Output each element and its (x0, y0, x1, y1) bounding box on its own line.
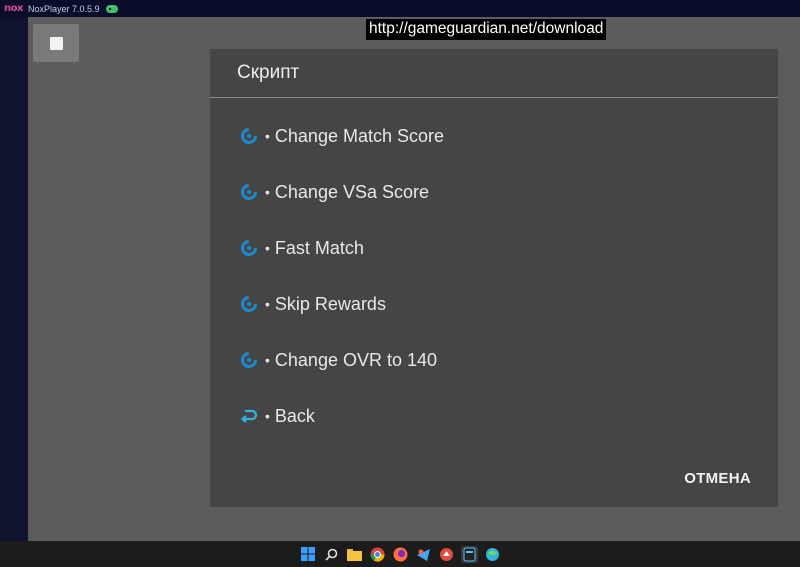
left-strip (0, 17, 28, 541)
menu-item-change-vsa-score[interactable]: • Change VSa Score (210, 164, 778, 220)
gameguardian-icon (240, 351, 258, 369)
menu-item-label: Skip Rewards (274, 293, 386, 314)
app-icon[interactable] (438, 546, 455, 563)
menu-item-label: Fast Match (274, 237, 364, 258)
windows-start-icon[interactable] (300, 546, 317, 563)
bullet: • (265, 408, 270, 424)
back-arrow-icon (240, 407, 258, 425)
dialog-title: Скрипт (237, 62, 300, 83)
app-icon[interactable] (415, 546, 432, 563)
emulator-screen: http://gameguardian.net/download Скрипт … (28, 17, 800, 541)
menu-item-label: Change VSa Score (274, 181, 430, 202)
gameguardian-icon (240, 183, 258, 201)
taskbar (0, 541, 800, 567)
gameguardian-icon (240, 295, 258, 313)
browser-icon[interactable] (484, 546, 501, 563)
nox-title-bar: nox NoxPlayer 7.0.5.9 (0, 0, 800, 17)
menu-item-label: Change Match Score (274, 125, 444, 146)
stop-script-button[interactable] (33, 24, 79, 62)
nox-icon[interactable] (460, 545, 478, 563)
bullet: • (265, 240, 270, 256)
nox-logo: nox (4, 3, 23, 14)
menu-item-fast-match[interactable]: • Fast Match (210, 220, 778, 276)
firefox-icon[interactable] (392, 546, 409, 563)
cancel-button[interactable]: ОТМЕНА (684, 470, 751, 487)
menu-item-change-ovr[interactable]: • Change OVR to 140 (210, 332, 778, 388)
gameguardian-icon (240, 127, 258, 145)
bullet: • (265, 296, 270, 312)
url-banner: http://gameguardian.net/download (366, 19, 607, 40)
script-menu: • Change Match Score • Change VSa Score … (210, 108, 778, 444)
bullet: • (265, 184, 270, 200)
menu-item-skip-rewards[interactable]: • Skip Rewards (210, 276, 778, 332)
window-title: NoxPlayer 7.0.5.9 (27, 3, 100, 14)
dialog-header: Скрипт (210, 49, 778, 98)
menu-item-label: Back (274, 405, 315, 426)
menu-item-change-match-score[interactable]: • Change Match Score (210, 108, 778, 164)
menu-item-label: Change OVR to 140 (274, 349, 438, 370)
menu-item-back[interactable]: • Back (210, 388, 778, 444)
stop-icon (49, 36, 63, 50)
gamepad-icon[interactable] (105, 4, 118, 13)
script-dialog: Скрипт • Change Match Score • Change VSa… (210, 49, 778, 507)
bullet: • (265, 128, 270, 144)
desktop: nox NoxPlayer 7.0.5.9 http://gameguardia… (0, 0, 800, 567)
bullet: • (265, 352, 270, 368)
chrome-icon[interactable] (369, 546, 386, 563)
file-explorer-icon[interactable] (346, 546, 363, 563)
gameguardian-icon (240, 239, 258, 257)
search-icon[interactable] (323, 546, 340, 563)
